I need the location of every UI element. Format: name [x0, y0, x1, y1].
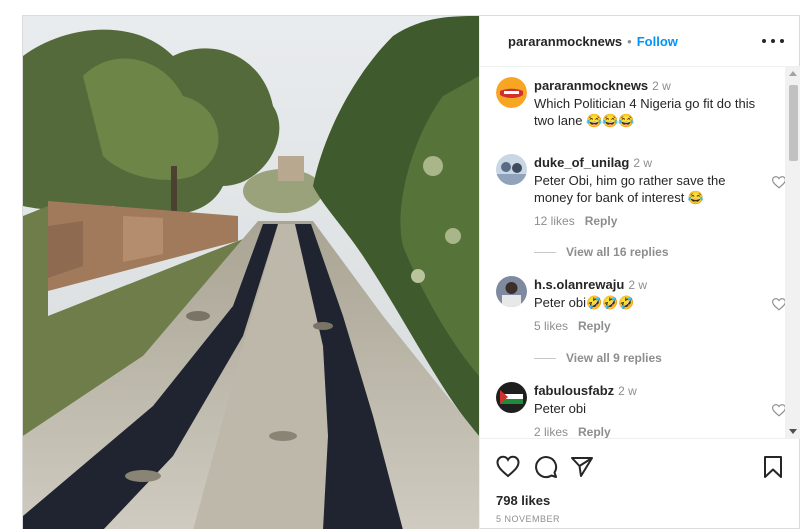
road-photo-image — [23, 16, 479, 529]
comment-body: duke_of_unilag 2 w Peter Obi, him go rath… — [534, 154, 764, 230]
avatar[interactable] — [496, 382, 527, 413]
post-actions-bar: 798 likes 5 NOVEMBER — [480, 438, 800, 529]
caption-text: Which Politician 4 Nigeria go fit do thi… — [534, 96, 756, 128]
author-username[interactable]: pararanmocknews — [508, 34, 622, 49]
heart-icon[interactable] — [772, 176, 786, 189]
comment-likes[interactable]: 12 likes — [534, 214, 575, 228]
comment-time: 2 w — [633, 156, 653, 170]
share-icon[interactable] — [570, 455, 594, 479]
comment-meta: 12 likes Reply — [534, 213, 764, 230]
comment-time: 2 w — [618, 384, 637, 398]
view-replies-label: View all 9 replies — [566, 351, 662, 365]
post-sidebar: pararanmocknews • Follow pararanmocknews… — [479, 16, 800, 529]
avatar[interactable] — [496, 154, 527, 185]
heart-icon[interactable] — [772, 404, 786, 417]
heart-icon[interactable] — [772, 298, 786, 311]
reply-button[interactable]: Reply — [578, 319, 611, 333]
instagram-post: pararanmocknews • Follow pararanmocknews… — [22, 15, 800, 529]
comment-likes[interactable]: 5 likes — [534, 319, 568, 333]
comments-panel[interactable]: pararanmocknews 2 w Which Politician 4 Ni… — [480, 67, 800, 438]
view-replies-label: View all 16 replies — [566, 245, 669, 259]
comment-body: fabulousfabz 2 w Peter obi 2 likes Reply — [534, 382, 764, 438]
likes-count[interactable]: 798 likes — [496, 493, 550, 508]
more-horizontal-icon[interactable] — [762, 32, 784, 50]
separator-dot: • — [627, 33, 632, 49]
post-date: 5 NOVEMBER — [496, 514, 561, 524]
post-photo[interactable] — [23, 16, 479, 529]
divider-line — [534, 357, 556, 359]
comment-body: h.s.olanrewaju 2 w Peter obi🤣🤣🤣 5 likes Re… — [534, 276, 764, 335]
comment-username[interactable]: h.s.olanrewaju — [534, 277, 624, 292]
reply-button[interactable]: Reply — [585, 214, 618, 228]
caption-time: 2 w — [652, 79, 671, 93]
follow-button[interactable]: Follow — [637, 34, 678, 49]
bookmark-icon[interactable] — [761, 455, 785, 479]
comment-text: Peter obi — [534, 401, 587, 416]
comment-likes[interactable]: 2 likes — [534, 425, 568, 438]
reply-button[interactable]: Reply — [578, 425, 611, 438]
view-replies-button[interactable]: View all 16 replies — [534, 245, 669, 259]
view-replies-button[interactable]: View all 9 replies — [534, 351, 662, 365]
scroll-up-arrow-icon[interactable] — [789, 71, 797, 76]
comment-text: Peter obi🤣🤣🤣 — [534, 295, 635, 310]
heart-icon[interactable] — [496, 455, 520, 479]
caption-username[interactable]: pararanmocknews — [534, 78, 648, 93]
comment-icon[interactable] — [534, 455, 558, 479]
comment-meta: 2 likes Reply — [534, 424, 764, 438]
post-header: pararanmocknews • Follow — [480, 16, 800, 67]
comments-scrollbar[interactable] — [785, 67, 800, 438]
comment-meta: 5 likes Reply — [534, 318, 764, 335]
comment-time: 2 w — [628, 278, 647, 292]
avatar[interactable] — [496, 276, 527, 307]
comment-username[interactable]: fabulousfabz — [534, 383, 614, 398]
divider-line — [534, 251, 556, 253]
caption-body: pararanmocknews 2 w Which Politician 4 Ni… — [534, 77, 764, 129]
comment-username[interactable]: duke_of_unilag — [534, 155, 629, 170]
scrollbar-thumb[interactable] — [789, 85, 798, 161]
avatar[interactable] — [496, 77, 527, 108]
scroll-down-arrow-icon[interactable] — [789, 429, 797, 434]
comment-text: Peter Obi, him go rather save the money … — [534, 173, 726, 205]
